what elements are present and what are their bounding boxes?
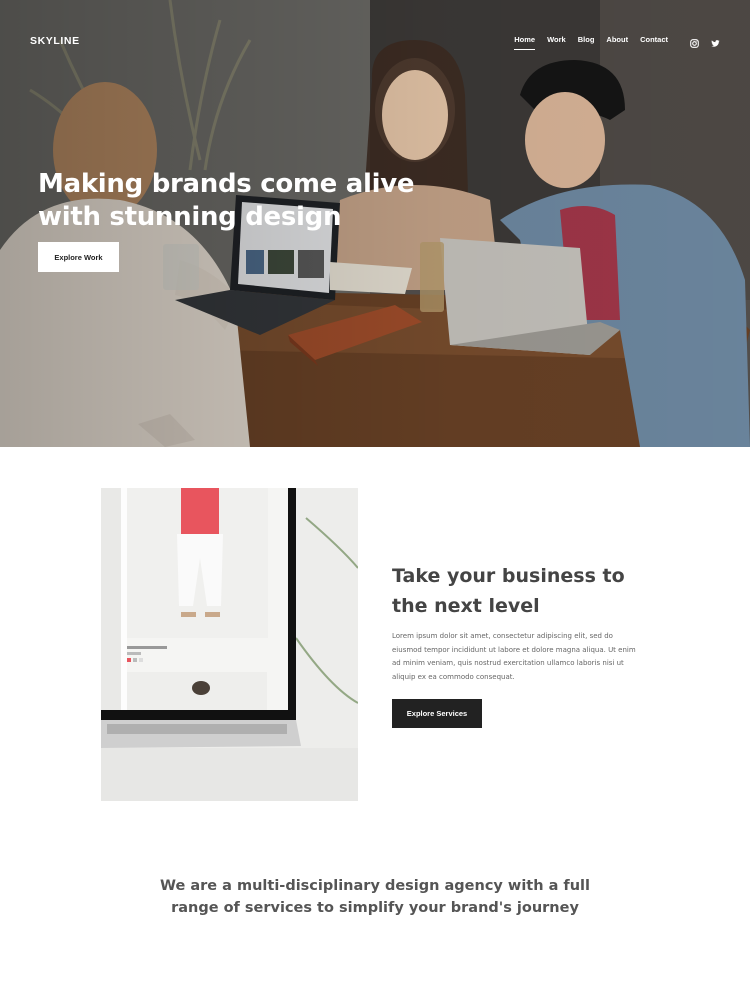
feature-body-text: Lorem ipsum dolor sit amet, consectetur … (392, 632, 636, 681)
nav-about[interactable]: About (606, 35, 628, 45)
agency-statement: We are a multi-disciplinary design agenc… (159, 878, 590, 916)
nav-blog[interactable]: Blog (578, 35, 595, 45)
twitter-icon[interactable] (711, 35, 720, 47)
hero-title: Making brands come alive with stunning d… (38, 169, 415, 232)
brand-logo[interactable]: SKYLINE (30, 35, 80, 47)
explore-work-button[interactable]: Explore Work (38, 242, 119, 272)
hero-section: SKYLINE Home Work Blog About Contact Mak… (0, 0, 750, 447)
nav-contact[interactable]: Contact (640, 35, 668, 45)
feature-heading: Take your business to the next level (392, 565, 625, 617)
social-links (690, 35, 720, 48)
instagram-icon[interactable] (690, 35, 699, 48)
explore-services-button[interactable]: Explore Services (392, 699, 482, 728)
main-nav: Home Work Blog About Contact (502, 35, 668, 50)
nav-work[interactable]: Work (547, 35, 566, 45)
feature-laptop-photo (101, 488, 358, 801)
nav-home[interactable]: Home (514, 35, 535, 50)
